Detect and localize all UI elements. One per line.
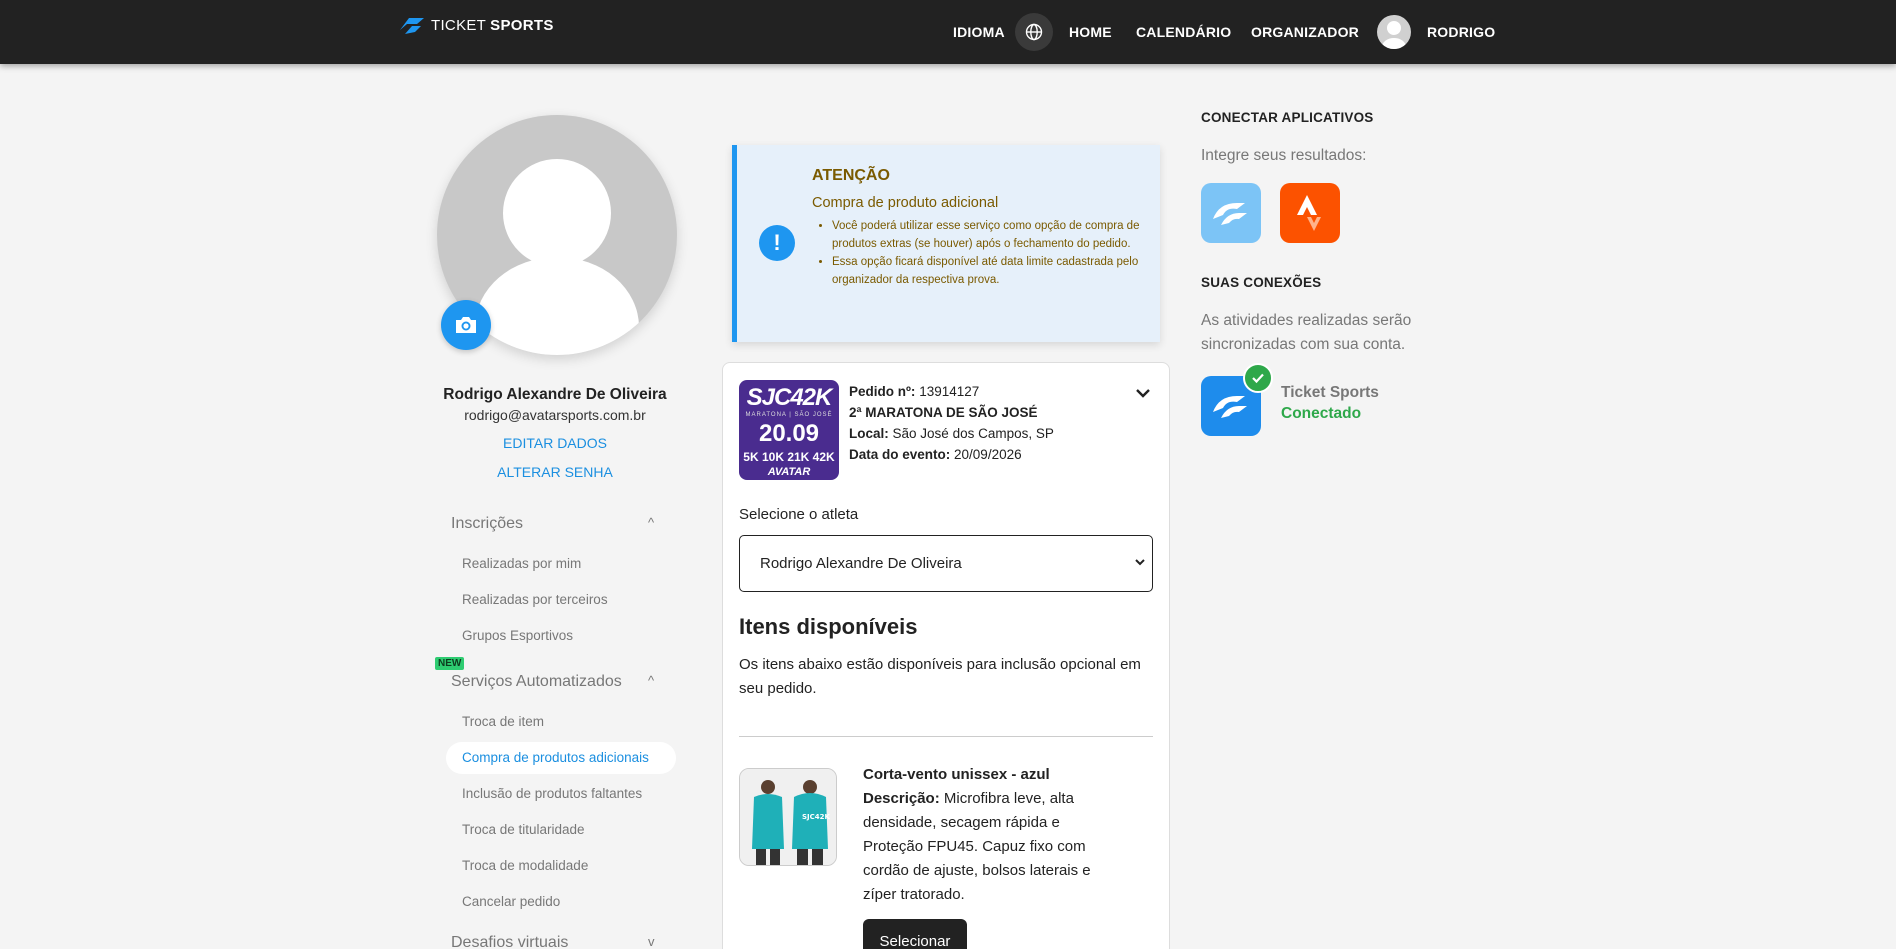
camera-icon bbox=[456, 317, 476, 333]
select-product-button[interactable]: Selecionar bbox=[863, 919, 967, 949]
expand-order-button[interactable] bbox=[1131, 383, 1155, 403]
event-logo-date: 20.09 bbox=[758, 420, 820, 447]
menu-servicos-automatizados[interactable]: Serviços Automatizados bbox=[451, 673, 622, 691]
globe-icon bbox=[1025, 23, 1043, 41]
select-arrow-icon bbox=[1134, 536, 1146, 591]
menu-item-cancelar-pedido[interactable]: Cancelar pedido bbox=[462, 894, 560, 909]
user-avatar-icon bbox=[1382, 21, 1406, 49]
profile-email: rodrigo@avatarsports.com.br bbox=[464, 407, 646, 423]
logo-text-suffix: SPORTS bbox=[490, 16, 554, 34]
order-info: Pedido nº: 13914127 2ª MARATONA DE SÃO J… bbox=[849, 381, 1054, 465]
connect-apps-text: Integre seus resultados: bbox=[1201, 147, 1367, 164]
event-date-label: Data do evento: bbox=[849, 447, 951, 462]
svg-text:SJC42K: SJC42K bbox=[802, 813, 831, 821]
order-number: 13914127 bbox=[919, 384, 980, 399]
strava-icon bbox=[1297, 195, 1321, 231]
alert-bullets: Você poderá utilizar esse serviço como o… bbox=[832, 217, 1152, 289]
nav-idioma[interactable]: IDIOMA bbox=[953, 24, 1005, 40]
menu-desafios-virtuais[interactable]: Desafios virtuais bbox=[451, 934, 568, 949]
connections-text: As atividades realizadas serão sincroniz… bbox=[1201, 312, 1412, 353]
divider bbox=[739, 736, 1153, 737]
event-local: São José dos Campos, SP bbox=[892, 426, 1054, 441]
items-title: Itens disponíveis bbox=[739, 614, 918, 639]
ticketsports-logo[interactable]: TICKET SPORTS bbox=[397, 14, 554, 36]
edit-data-link[interactable]: EDITAR DADOS bbox=[395, 435, 715, 451]
menu-item-compra-produtos-adicionais[interactable]: Compra de produtos adicionais bbox=[462, 750, 649, 765]
product-info: Corta-vento unissex - azul Descrição: Mi… bbox=[863, 763, 1123, 907]
chevron-down-icon bbox=[1136, 389, 1150, 398]
event-logo-title: SJC42K bbox=[746, 384, 833, 411]
alert-bullet: Você poderá utilizar esse serviço como o… bbox=[832, 217, 1152, 253]
ticketsports-app-button[interactable] bbox=[1201, 183, 1261, 243]
alert-subtitle: Compra de produto adicional bbox=[812, 195, 999, 211]
top-navbar: TICKET SPORTS IDIOMA HOME CALENDÁRIO ORGA… bbox=[0, 0, 1896, 64]
menu-item-grupos-esportivos[interactable]: Grupos Esportivos bbox=[462, 628, 573, 643]
menu-item-inclusao-produtos-faltantes[interactable]: Inclusão de produtos faltantes bbox=[462, 786, 642, 801]
language-button[interactable] bbox=[1015, 13, 1053, 51]
product-desc-label: Descrição: bbox=[863, 790, 940, 807]
menu-item-realizadas-por-terceiros[interactable]: Realizadas por terceiros bbox=[462, 592, 608, 607]
items-description: Os itens abaixo estão disponíveis para i… bbox=[739, 656, 1141, 697]
strava-app-button[interactable] bbox=[1280, 183, 1340, 243]
connection-name: Ticket Sports bbox=[1281, 384, 1379, 401]
alert-title: ATENÇÃO bbox=[812, 167, 890, 184]
order-card: SJC42K MARATONA | SÃO JOSÉ 20.09 5K 10K … bbox=[722, 362, 1170, 949]
event-logo-brand: AVATAR bbox=[767, 466, 811, 478]
product-name: Corta-vento unissex - azul bbox=[863, 766, 1050, 783]
connect-apps-title: CONECTAR APLICATIVOS bbox=[1201, 110, 1374, 125]
event-date: 20/09/2026 bbox=[954, 447, 1022, 462]
new-badge: NEW bbox=[435, 657, 465, 670]
event-logo-subtitle: MARATONA | SÃO JOSÉ bbox=[745, 412, 833, 418]
exclamation-icon: ! bbox=[759, 225, 795, 261]
select-athlete-label: Selecione o atleta bbox=[739, 506, 859, 523]
product-image: SJC42K bbox=[739, 768, 837, 866]
ticketsports-logo-icon bbox=[400, 18, 424, 34]
connection-status: Conectado bbox=[1281, 405, 1362, 422]
menu-item-troca-titularidade[interactable]: Troca de titularidade bbox=[462, 822, 585, 837]
check-icon bbox=[1243, 363, 1273, 393]
chevron-down-icon[interactable]: v bbox=[648, 934, 655, 949]
athlete-select-value: Rodrigo Alexandre De Oliveira bbox=[760, 555, 962, 572]
athlete-select[interactable]: Rodrigo Alexandre De Oliveira bbox=[739, 535, 1153, 592]
nav-calendario[interactable]: CALENDÁRIO bbox=[1136, 24, 1231, 40]
alert-bullet: Essa opção ficará disponível até data li… bbox=[832, 253, 1152, 289]
attention-alert: ! ATENÇÃO Compra de produto adicional Vo… bbox=[732, 145, 1160, 342]
ticketsports-icon bbox=[1213, 396, 1247, 418]
connections-title: SUAS CONEXÕES bbox=[1201, 275, 1322, 290]
logo-text-prefix: TICKET bbox=[431, 16, 487, 34]
menu-item-troca-modalidade[interactable]: Troca de modalidade bbox=[462, 858, 588, 873]
event-logo: SJC42K MARATONA | SÃO JOSÉ 20.09 5K 10K … bbox=[739, 380, 839, 480]
change-password-link[interactable]: ALTERAR SENHA bbox=[395, 464, 715, 480]
chevron-up-icon[interactable]: ^ bbox=[648, 673, 654, 688]
event-logo-distances: 5K 10K 21K 42K bbox=[743, 450, 835, 464]
menu-inscricoes[interactable]: Inscrições bbox=[451, 515, 523, 533]
chevron-up-icon[interactable]: ^ bbox=[648, 515, 654, 530]
nav-organizador[interactable]: ORGANIZADOR bbox=[1251, 24, 1359, 40]
profile-name: Rodrigo Alexandre De Oliveira bbox=[443, 386, 667, 403]
order-number-label: Pedido nº: bbox=[849, 384, 916, 399]
nav-home[interactable]: HOME bbox=[1069, 24, 1112, 40]
nav-user-name[interactable]: RODRIGO bbox=[1427, 24, 1495, 40]
menu-item-troca-de-item[interactable]: Troca de item bbox=[462, 714, 544, 729]
user-avatar[interactable] bbox=[1377, 15, 1411, 49]
menu-item-realizadas-por-mim[interactable]: Realizadas por mim bbox=[462, 556, 581, 571]
change-photo-button[interactable] bbox=[441, 300, 491, 350]
ticketsports-icon bbox=[1213, 203, 1247, 225]
event-local-label: Local: bbox=[849, 426, 889, 441]
event-name: 2ª MARATONA DE SÃO JOSÉ bbox=[849, 405, 1038, 420]
